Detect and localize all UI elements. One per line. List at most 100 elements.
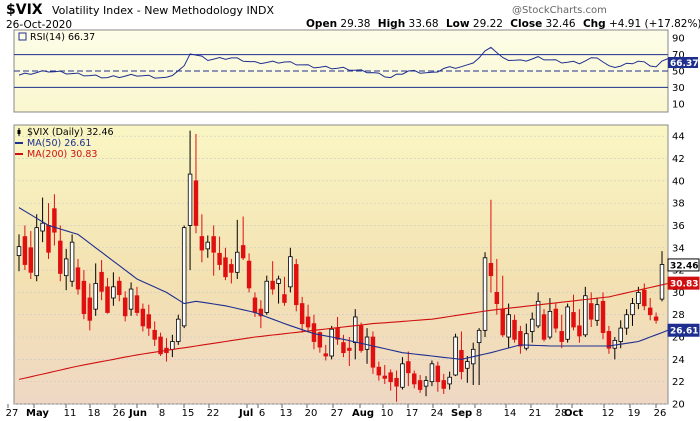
price-tag-text: 26.61 — [670, 327, 698, 337]
candle-body — [518, 331, 523, 347]
candle-body — [659, 264, 665, 300]
candle-body — [187, 173, 193, 226]
candle-body — [199, 236, 205, 251]
candle-body — [642, 289, 647, 307]
candle-body — [217, 252, 222, 265]
candle-body — [140, 308, 146, 327]
price-tag: 32.46 — [667, 258, 700, 272]
candle-body — [488, 262, 494, 277]
candle-body — [512, 319, 517, 340]
symbol-title: $VIX — [6, 2, 43, 18]
candle — [453, 333, 458, 377]
candle-body — [117, 280, 122, 296]
candle-body — [75, 267, 81, 290]
price-tick-44: 44 — [672, 132, 685, 143]
x-label-8: 8 — [159, 408, 165, 419]
candle-body — [294, 264, 299, 306]
rsi-label: RSI(14) 66.37 — [30, 32, 95, 43]
candle-body — [176, 318, 181, 342]
candle — [482, 252, 488, 338]
x-label-15: 15 — [182, 408, 195, 419]
candle-body — [264, 280, 269, 313]
candle-body — [288, 256, 293, 288]
candle-body — [417, 380, 423, 390]
candle-body — [624, 314, 629, 329]
x-label-27: 27 — [6, 408, 19, 419]
price-panel: 44424038363432302826242220 32.4630.8326.… — [13, 124, 700, 411]
candle-body — [388, 372, 393, 383]
candle-body — [211, 236, 216, 253]
candle-body — [394, 377, 399, 387]
x-label-20: 20 — [305, 408, 318, 419]
candle-body — [541, 314, 547, 340]
rsi-tick-10: 10 — [672, 99, 685, 110]
candle-body — [16, 246, 22, 256]
candle-body — [134, 295, 140, 313]
candle-body — [583, 295, 588, 336]
candle-body — [465, 361, 470, 369]
legend-label: $VIX (Daily) 32.46 — [27, 127, 114, 138]
candle-body — [524, 333, 529, 349]
chart-date: 26-Oct-2020 — [6, 19, 72, 31]
candle-body — [193, 180, 199, 226]
candle-body — [435, 365, 441, 383]
price-panel-frame — [13, 124, 669, 405]
candle-body — [58, 240, 63, 274]
price-tick-20: 20 — [672, 400, 685, 411]
candle-body — [235, 251, 240, 273]
candle — [181, 225, 187, 329]
legend-entry: MA(200) 30.83 — [15, 149, 97, 160]
candle-body — [553, 308, 559, 329]
candle-body — [482, 257, 488, 331]
rsi-value-tag: 66.37 — [668, 57, 698, 69]
candle-body — [246, 260, 252, 289]
x-label-12: 12 — [602, 408, 615, 419]
candle-body — [329, 328, 334, 357]
candle-body — [429, 363, 435, 383]
candle — [69, 234, 75, 287]
rsi-tick-30: 30 — [672, 83, 685, 94]
candle-body — [205, 241, 210, 250]
candle-body — [323, 353, 328, 357]
candle-body — [111, 286, 116, 299]
price-tick-40: 40 — [672, 176, 685, 187]
candle — [370, 331, 376, 374]
candle-body — [494, 291, 500, 304]
candle-body — [364, 336, 370, 350]
x-label-17: 17 — [406, 408, 419, 419]
candle-body — [81, 280, 87, 315]
candle-body — [240, 245, 246, 259]
candle-body — [612, 339, 618, 349]
candle-body — [152, 329, 157, 340]
price-tick-38: 38 — [672, 199, 685, 210]
x-label-Sep: Sep — [451, 408, 472, 419]
ohlc-readout: Open 29.38 High 33.68 Low 29.22 Close 32… — [306, 18, 700, 30]
x-label-Jul: Jul — [238, 408, 253, 419]
candle-body — [358, 325, 364, 351]
x-label-6: 6 — [259, 408, 265, 419]
price-tag: 26.61 — [667, 323, 700, 337]
candle-body — [559, 331, 564, 342]
candle-body — [87, 297, 93, 321]
candle-body — [347, 347, 352, 351]
candle-body — [93, 283, 98, 310]
price-tick-36: 36 — [672, 221, 685, 232]
x-label-11: 11 — [64, 408, 77, 419]
price-tag-text: 30.83 — [670, 280, 698, 290]
candle-body — [630, 303, 635, 316]
candle-body — [441, 380, 446, 389]
candle-body — [63, 258, 69, 277]
candle-body — [500, 308, 505, 336]
candle — [294, 258, 299, 312]
x-label-26: 26 — [113, 408, 126, 419]
candle-body — [305, 316, 311, 328]
legend-entry: MA(50) 26.61 — [15, 138, 91, 149]
candle-body — [594, 304, 600, 321]
candle-body — [299, 303, 305, 325]
candle-body — [423, 380, 429, 387]
candle — [329, 325, 334, 360]
price-tag: 30.83 — [667, 276, 700, 290]
candle-body — [170, 341, 175, 350]
rsi-axis: 9070503010 — [672, 34, 685, 111]
candle — [176, 314, 181, 345]
